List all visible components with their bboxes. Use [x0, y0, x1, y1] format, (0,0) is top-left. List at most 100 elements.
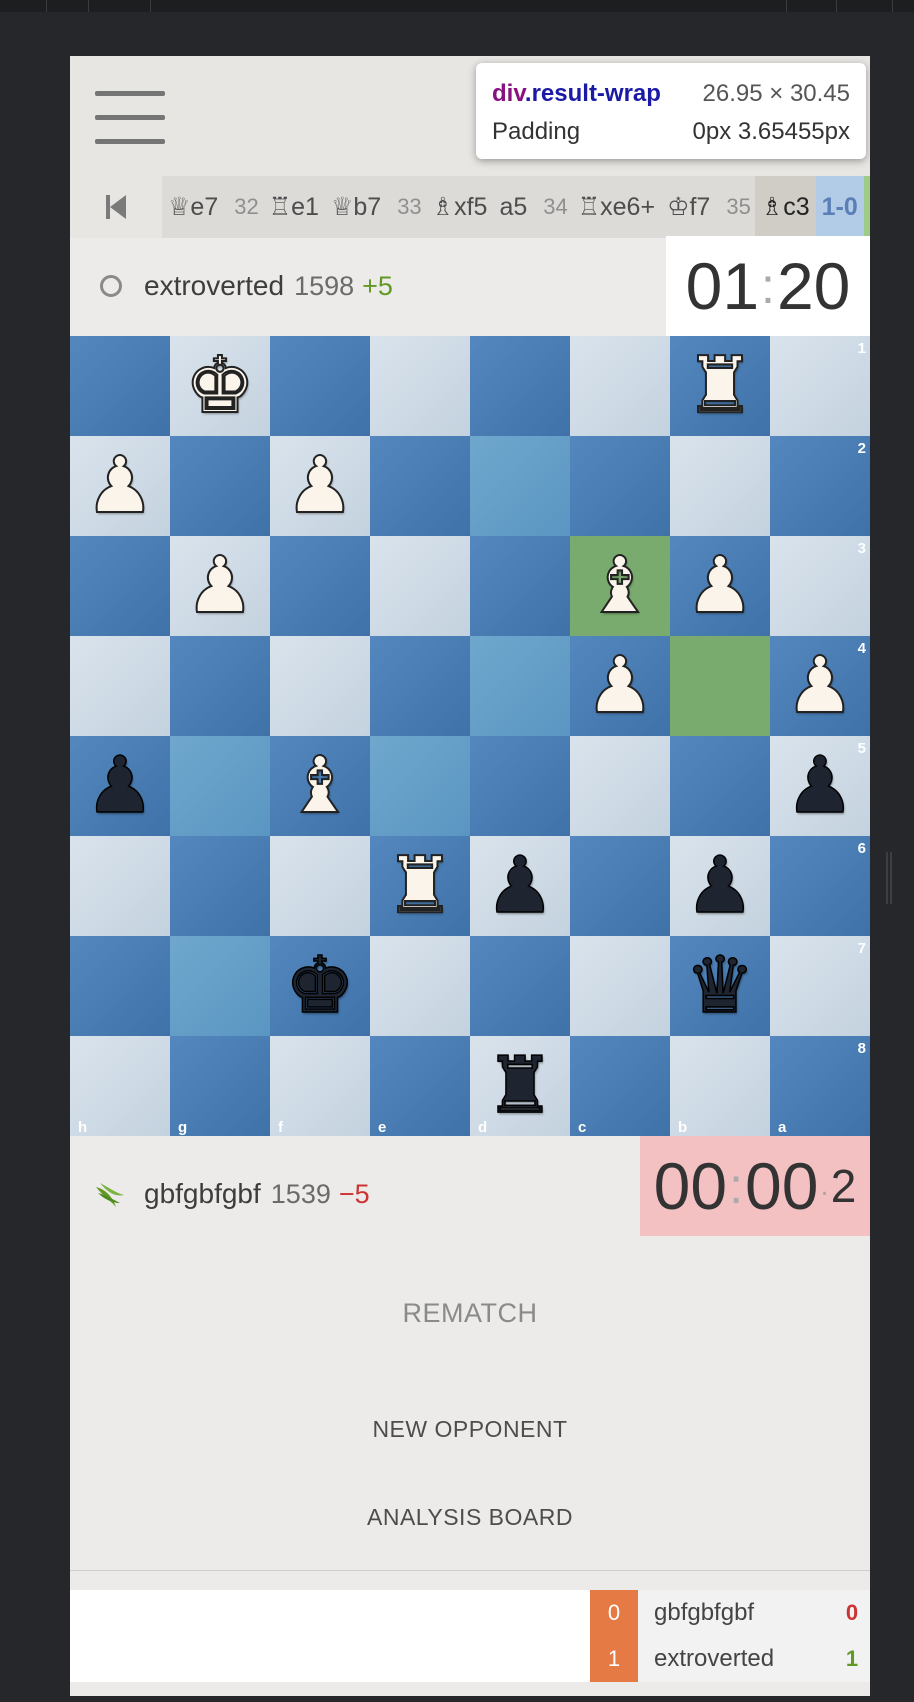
- black-queen-piece[interactable]: ♛: [670, 936, 770, 1036]
- square-a8[interactable]: 8a: [770, 1036, 870, 1136]
- white-rook-piece[interactable]: ♜: [370, 836, 470, 936]
- square-d1[interactable]: [470, 336, 570, 436]
- move-item[interactable]: ♖e1: [263, 176, 325, 238]
- hamburger-menu-icon[interactable]: [95, 91, 165, 145]
- square-a2[interactable]: 2: [770, 436, 870, 536]
- bottom-clock-tenths: 2: [830, 1160, 857, 1212]
- black-king-piece[interactable]: ♚: [270, 936, 370, 1036]
- square-g5[interactable]: [170, 736, 270, 836]
- white-pawn-piece[interactable]: ♟: [570, 636, 670, 736]
- square-c6[interactable]: [570, 836, 670, 936]
- top-player-name[interactable]: extroverted: [144, 270, 284, 302]
- square-h6[interactable]: [70, 836, 170, 936]
- rank-label: 7: [857, 940, 866, 957]
- rank-label: 3: [857, 540, 866, 557]
- black-pawn-piece[interactable]: ♟: [770, 736, 870, 836]
- square-f1[interactable]: [270, 336, 370, 436]
- square-e2[interactable]: [370, 436, 470, 536]
- move-number: 35: [726, 194, 751, 219]
- square-e5[interactable]: [370, 736, 470, 836]
- square-h1[interactable]: [70, 336, 170, 436]
- square-c7[interactable]: [570, 936, 670, 1036]
- current-move[interactable]: ♗c3: [754, 176, 816, 238]
- file-label: b: [678, 1119, 688, 1136]
- square-d4[interactable]: [470, 636, 570, 736]
- square-e7[interactable]: [370, 936, 470, 1036]
- square-c8[interactable]: c: [570, 1036, 670, 1136]
- white-pawn-piece[interactable]: ♟: [670, 536, 770, 636]
- square-h4[interactable]: [70, 636, 170, 736]
- square-h3[interactable]: [70, 536, 170, 636]
- white-bishop-piece[interactable]: ♝: [570, 536, 670, 636]
- white-rook-piece[interactable]: ♜: [670, 336, 770, 436]
- white-pawn-piece[interactable]: ♟: [770, 636, 870, 736]
- move-item[interactable]: ♕b7: [325, 176, 387, 238]
- first-move-button[interactable]: [70, 176, 162, 238]
- tooltip-property-value: 0px 3.65455px: [692, 118, 850, 145]
- game-actions: REMATCH NEW OPPONENT ANALYSIS BOARD: [70, 1252, 870, 1531]
- square-a7[interactable]: 7: [770, 936, 870, 1036]
- score-points: 0: [834, 1590, 870, 1636]
- square-g8[interactable]: g: [170, 1036, 270, 1136]
- square-f4[interactable]: [270, 636, 370, 736]
- rematch-button[interactable]: REMATCH: [70, 1298, 870, 1329]
- square-a6[interactable]: 6: [770, 836, 870, 936]
- score-player-name[interactable]: gbfgbfgbf: [638, 1590, 834, 1636]
- square-f3[interactable]: [270, 536, 370, 636]
- square-d3[interactable]: [470, 536, 570, 636]
- square-e8[interactable]: e: [370, 1036, 470, 1136]
- black-pawn-piece[interactable]: ♟: [470, 836, 570, 936]
- square-a3[interactable]: 3: [770, 536, 870, 636]
- square-g7[interactable]: [170, 936, 270, 1036]
- square-e1[interactable]: [370, 336, 470, 436]
- bottom-player-row: gbfgbfgbf 1539 −5 00:00. 2: [70, 1136, 870, 1252]
- black-rook-piece[interactable]: ♜: [470, 1036, 570, 1136]
- game-result[interactable]: 1-0: [815, 176, 864, 238]
- square-c5[interactable]: [570, 736, 670, 836]
- chess-board[interactable]: 1 2 3 4 5 6 7 h g f e d c b 8 a ♚ ♜ ♟ ♟ ♟ ♝ ♟ ♟ ♟ ♟ ♝ ♟ ♜ ♟ ♟ ♚ ♛ ♜: [70, 336, 870, 1136]
- score-points: 1: [834, 1636, 870, 1682]
- bottom-player-name[interactable]: gbfgbfgbf: [144, 1178, 261, 1210]
- bottom-clock: 00:00. 2: [640, 1136, 870, 1236]
- square-a1[interactable]: 1: [770, 336, 870, 436]
- white-pawn-piece[interactable]: ♟: [270, 436, 370, 536]
- white-bishop-piece[interactable]: ♝: [270, 736, 370, 836]
- rank-label: 2: [857, 440, 866, 457]
- square-c2[interactable]: [570, 436, 670, 536]
- square-c1[interactable]: [570, 336, 670, 436]
- white-pawn-piece[interactable]: ♟: [70, 436, 170, 536]
- top-player-row: extroverted 1598 +5 01:20: [70, 236, 870, 336]
- file-label: c: [578, 1119, 587, 1136]
- square-b2[interactable]: [670, 436, 770, 536]
- square-b5[interactable]: [670, 736, 770, 836]
- black-pawn-piece[interactable]: ♟: [70, 736, 170, 836]
- square-e4[interactable]: [370, 636, 470, 736]
- move-item[interactable]: ♔f7: [661, 176, 716, 238]
- file-label: a: [778, 1119, 787, 1136]
- square-h7[interactable]: [70, 936, 170, 1036]
- resize-grip[interactable]: [886, 852, 892, 904]
- square-f8[interactable]: f: [270, 1036, 370, 1136]
- move-strip[interactable]: ♕e7 32 ♖e1 ♕b7 33 ♗xf5 a5 34 ♖xe6+ ♔f7 35 ♗c3 1-0: [162, 176, 870, 238]
- square-g6[interactable]: [170, 836, 270, 936]
- square-f6[interactable]: [270, 836, 370, 936]
- square-b8[interactable]: b: [670, 1036, 770, 1136]
- square-b4[interactable]: [670, 636, 770, 736]
- square-h8[interactable]: h: [70, 1036, 170, 1136]
- square-d7[interactable]: [470, 936, 570, 1036]
- black-pawn-piece[interactable]: ♟: [670, 836, 770, 936]
- square-g2[interactable]: [170, 436, 270, 536]
- square-d5[interactable]: [470, 736, 570, 836]
- move-list-bar: ♕e7 32 ♖e1 ♕b7 33 ♗xf5 a5 34 ♖xe6+ ♔f7 35 ♗c3 1-0: [70, 176, 870, 238]
- square-e3[interactable]: [370, 536, 470, 636]
- score-player-name[interactable]: extroverted: [638, 1636, 834, 1682]
- square-d2[interactable]: [470, 436, 570, 536]
- analysis-board-button[interactable]: ANALYSIS BOARD: [70, 1504, 870, 1531]
- square-g4[interactable]: [170, 636, 270, 736]
- white-pawn-piece[interactable]: ♟: [170, 536, 270, 636]
- white-king-piece[interactable]: ♚: [170, 336, 270, 436]
- new-opponent-button[interactable]: NEW OPPONENT: [70, 1416, 870, 1443]
- move-item[interactable]: ♖xe6+: [572, 176, 661, 238]
- move-item[interactable]: ♗xf5: [426, 176, 494, 238]
- move-item[interactable]: a5: [493, 176, 533, 238]
